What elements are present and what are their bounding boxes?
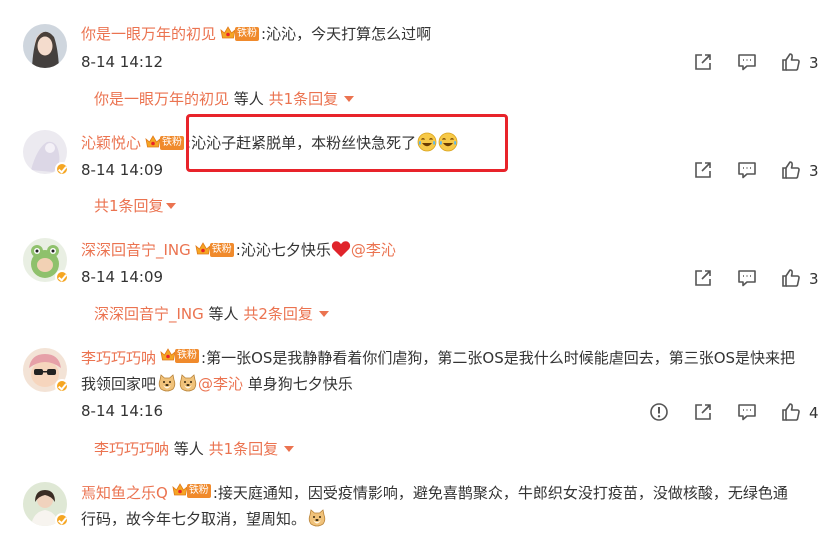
comment-content: 焉知鱼之乐Q 铁粉:接天庭通知，因受疫情影响，避免喜鹊聚众，牛郎织女没打疫苗，没做… <box>81 480 801 532</box>
share-button[interactable] <box>693 160 713 182</box>
crown-icon <box>160 347 176 362</box>
share-button[interactable] <box>693 402 713 424</box>
more-replies-link[interactable]: 共1条回复 <box>94 197 164 215</box>
comment-icon <box>737 52 757 72</box>
username-link[interactable]: 你是一眼万年的初见 <box>81 25 216 43</box>
crown-icon <box>220 25 236 40</box>
like-count: 4 <box>809 404 819 422</box>
fan-badge: 铁粉 <box>220 25 260 42</box>
crown-icon <box>145 134 161 149</box>
fan-badge-label: 铁粉 <box>186 484 211 498</box>
like-button[interactable]: 3 <box>781 268 829 290</box>
replies-summary[interactable]: 你是一眼万年的初见 等人 共1条回复 <box>94 88 355 109</box>
doge-emoji <box>307 508 327 528</box>
highlight-annotation-box <box>186 114 508 172</box>
fan-badge-label: 铁粉 <box>209 243 234 257</box>
comment-actions: 4 <box>625 402 829 426</box>
chevron-down-icon <box>284 446 295 452</box>
like-button[interactable]: 3 <box>781 52 829 74</box>
comment-text: :沁沁，今天打算怎么过啊 <box>261 25 432 43</box>
like-count: 3 <box>809 270 819 288</box>
share-icon <box>693 160 713 180</box>
share-button[interactable] <box>693 268 713 290</box>
comment-actions: 3 <box>669 160 829 184</box>
comment-time: 8-14 14:12 <box>81 53 164 71</box>
reply-user-link[interactable]: 你是一眼万年的初见 <box>94 90 229 108</box>
like-button[interactable]: 4 <box>781 402 829 424</box>
doge-emoji <box>157 373 177 393</box>
chevron-down-icon <box>318 311 329 317</box>
fan-badge-label: 铁粉 <box>235 27 260 41</box>
more-replies-link[interactable]: 共2条回复 <box>243 305 313 323</box>
verified-badge <box>55 270 69 284</box>
comment-time: 8-14 14:16 <box>81 402 164 420</box>
fan-badge: 铁粉 <box>172 482 211 499</box>
comment-content: 深深回音宁_ING 铁粉:沁沁七夕快乐 @李沁 <box>81 239 396 261</box>
reply-button[interactable] <box>737 160 757 182</box>
comment-actions: 3 <box>669 268 829 292</box>
like-icon <box>781 52 801 72</box>
like-count: 3 <box>809 54 819 72</box>
reply-user-link[interactable]: 李巧巧巧呐 <box>94 440 169 458</box>
replies-summary[interactable]: 深深回音宁_ING 等人 共2条回复 <box>94 303 329 324</box>
username-link[interactable]: 李巧巧巧呐 <box>81 349 156 367</box>
fan-badge-label: 铁粉 <box>160 136 185 150</box>
like-icon <box>781 402 801 422</box>
like-button[interactable]: 3 <box>781 160 829 182</box>
crown-icon <box>195 241 211 256</box>
username-link[interactable]: 焉知鱼之乐Q <box>81 484 168 502</box>
comment-icon <box>737 160 757 180</box>
comment-text: :沁沁七夕快乐 <box>235 241 331 259</box>
reply-button[interactable] <box>737 268 757 290</box>
comment-content: 李巧巧巧呐 铁粉:第一张OS是我静静看着你们虐狗，第二张OS是我什么时候能虐回去，… <box>81 345 801 397</box>
comment-text-after: 单身狗七夕快乐 <box>243 375 353 393</box>
share-icon <box>693 268 713 288</box>
share-icon <box>693 402 713 422</box>
comment-icon <box>737 268 757 288</box>
chevron-down-icon <box>344 96 355 102</box>
replies-summary[interactable]: 共1条回复 <box>94 195 176 216</box>
fan-badge: 铁粉 <box>145 134 185 151</box>
mention-link[interactable]: @李沁 <box>198 375 243 393</box>
share-button[interactable] <box>693 52 713 74</box>
chevron-down-icon <box>165 203 176 209</box>
verified-badge <box>55 513 69 527</box>
heart-emoji <box>331 240 351 258</box>
comment-content: 你是一眼万年的初见 铁粉:沁沁，今天打算怎么过啊 <box>81 23 431 45</box>
share-icon <box>693 52 713 72</box>
report-button[interactable] <box>649 402 669 424</box>
username-link[interactable]: 沁颖悦心 <box>81 134 141 152</box>
replies-summary[interactable]: 李巧巧巧呐 等人 共1条回复 <box>94 438 295 459</box>
comment-icon <box>737 402 757 422</box>
mention-link[interactable]: @李沁 <box>351 241 396 259</box>
like-icon <box>781 160 801 180</box>
reply-button[interactable] <box>737 52 757 74</box>
verified-badge <box>55 379 69 393</box>
fan-badge-label: 铁粉 <box>175 349 200 363</box>
comment-actions: 3 <box>669 52 829 76</box>
more-replies-link[interactable]: 共1条回复 <box>269 90 339 108</box>
more-replies-link[interactable]: 共1条回复 <box>209 440 279 458</box>
comment-time: 8-14 14:09 <box>81 161 164 179</box>
comment-time: 8-14 14:09 <box>81 268 164 286</box>
doge-emoji <box>178 373 198 393</box>
like-count: 3 <box>809 162 819 180</box>
fan-badge: 铁粉 <box>160 347 200 364</box>
report-icon <box>649 402 669 422</box>
verified-badge <box>55 162 69 176</box>
avatar[interactable] <box>23 24 67 68</box>
reply-button[interactable] <box>737 402 757 424</box>
crown-icon <box>172 482 188 497</box>
username-link[interactable]: 深深回音宁_ING <box>81 241 191 259</box>
reply-user-link[interactable]: 深深回音宁_ING <box>94 305 204 323</box>
fan-badge: 铁粉 <box>195 241 234 258</box>
like-icon <box>781 268 801 288</box>
